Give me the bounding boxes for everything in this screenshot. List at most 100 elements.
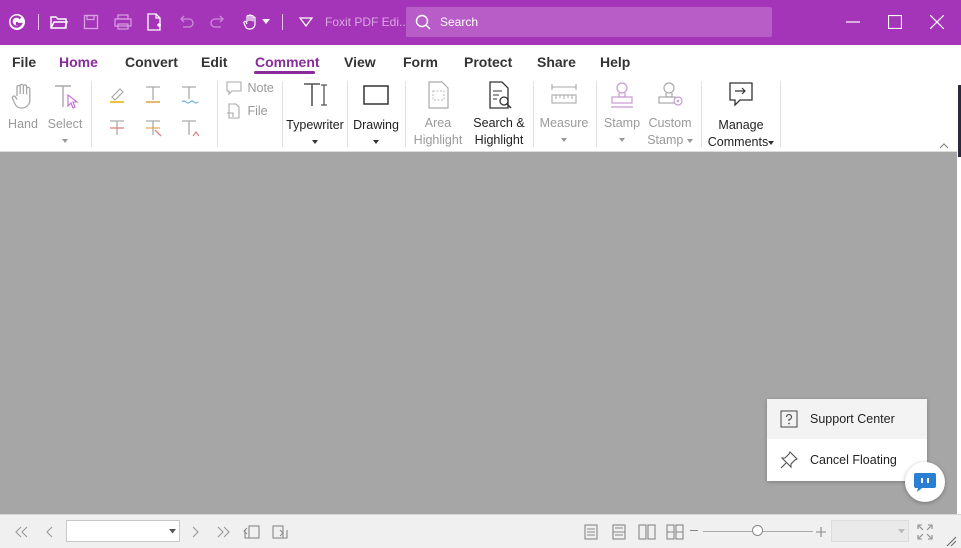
custom-stamp-label-2-wrap: Stamp [644, 132, 696, 149]
search-input[interactable]: Search [406, 7, 772, 37]
file-attachment-button[interactable]: File [226, 103, 276, 119]
manage-comments-button[interactable]: Manage Comments [704, 80, 778, 151]
custom-stamp-label-1: Custom [648, 116, 692, 130]
area-highlight-button[interactable]: Area Highlight [409, 80, 467, 149]
hand-icon [11, 83, 31, 109]
ribbon-separator [533, 81, 534, 147]
next-view-icon[interactable] [271, 523, 289, 541]
minimize-button[interactable] [838, 8, 868, 36]
menu-convert[interactable]: Convert [125, 54, 178, 70]
previous-page-icon[interactable] [41, 523, 59, 541]
continuous-view-icon[interactable] [610, 523, 628, 541]
hand-tool-dropdown-icon[interactable] [259, 11, 273, 33]
last-page-icon[interactable] [214, 523, 232, 541]
stamp-button[interactable]: Stamp [600, 80, 644, 146]
manage-comments-label-2-wrap: Comments [704, 134, 778, 151]
search-highlight-button[interactable]: Search & Highlight [470, 80, 528, 149]
facing-view-icon[interactable] [638, 523, 656, 541]
menu-edit[interactable]: Edit [201, 54, 227, 70]
strikeout-text-icon[interactable] [107, 118, 127, 138]
foxit-logo-icon[interactable] [6, 11, 28, 33]
drawing-rectangle-icon [363, 85, 389, 105]
menu-comment[interactable]: Comment [255, 54, 320, 70]
menu-home[interactable]: Home [59, 54, 98, 70]
menu-share[interactable]: Share [537, 54, 576, 70]
stamp-dropdown-icon[interactable] [619, 137, 625, 142]
single-page-view-icon[interactable] [582, 523, 600, 541]
stamp-label: Stamp [603, 116, 641, 130]
custom-stamp-button[interactable]: Custom Stamp [644, 80, 696, 149]
close-button[interactable] [922, 8, 952, 36]
replace-text-icon[interactable] [143, 118, 163, 138]
zoom-level-input[interactable] [831, 520, 909, 542]
custom-stamp-dropdown-icon[interactable] [686, 138, 693, 143]
note-icon [226, 81, 242, 96]
first-page-icon[interactable] [13, 523, 31, 541]
redo-icon[interactable] [207, 11, 229, 33]
title-separator [282, 14, 283, 30]
unpin-icon [780, 451, 798, 469]
stamp-icon [611, 82, 633, 108]
zoom-out-icon[interactable] [690, 530, 698, 531]
menu-file[interactable]: File [12, 54, 36, 70]
manage-comments-label-2: Comments [707, 135, 769, 149]
chat-assistant-icon [914, 473, 936, 492]
manage-comments-dropdown-icon[interactable] [768, 140, 775, 145]
title-separator [38, 14, 39, 30]
floating-help-menu: Support Center Cancel Floating [767, 399, 927, 481]
note-button[interactable]: Note [226, 80, 276, 96]
menu-protect[interactable]: Protect [464, 54, 512, 70]
insert-text-icon[interactable] [179, 118, 199, 138]
undo-icon[interactable] [175, 11, 197, 33]
file-attachment-icon [227, 103, 240, 119]
next-page-icon[interactable] [186, 523, 204, 541]
continuous-facing-view-icon[interactable] [666, 523, 684, 541]
page-dropdown-icon[interactable] [169, 529, 176, 534]
ribbon-separator [701, 81, 702, 147]
support-center-item[interactable]: Support Center [767, 399, 927, 439]
zoom-dropdown-icon[interactable] [898, 529, 905, 534]
zoom-slider-thumb[interactable] [752, 525, 763, 536]
measure-label: Measure [539, 116, 589, 130]
menu-view[interactable]: View [344, 54, 376, 70]
ribbon-separator [91, 81, 92, 147]
collapse-ribbon-icon[interactable] [939, 138, 949, 152]
squiggly-text-icon[interactable] [179, 84, 199, 104]
floating-assistant-button[interactable] [905, 462, 945, 502]
previous-view-icon[interactable] [243, 523, 261, 541]
select-dropdown-icon[interactable] [62, 138, 68, 143]
close-icon [930, 15, 944, 29]
print-icon[interactable] [112, 11, 134, 33]
window-right-edge [957, 45, 961, 515]
support-center-label: Support Center [810, 412, 895, 426]
measure-button[interactable]: Measure [538, 80, 590, 146]
new-document-icon[interactable] [143, 11, 165, 33]
open-folder-icon[interactable] [48, 11, 70, 33]
typewriter-dropdown-icon[interactable] [312, 139, 318, 144]
resize-grip-icon[interactable] [945, 535, 957, 548]
cancel-floating-item[interactable]: Cancel Floating [767, 440, 927, 480]
zoom-in-icon[interactable] [816, 526, 826, 540]
manage-comments-icon [729, 82, 753, 107]
ribbon-separator [596, 81, 597, 147]
maximize-button[interactable] [880, 8, 910, 36]
menu-help[interactable]: Help [600, 54, 630, 70]
note-label: Note [247, 81, 274, 95]
save-icon[interactable] [80, 11, 102, 33]
drawing-dropdown-icon[interactable] [373, 139, 379, 144]
page-number-input[interactable] [66, 520, 180, 542]
measure-dropdown-icon[interactable] [561, 137, 567, 142]
underline-text-icon[interactable] [143, 84, 163, 104]
highlight-icon[interactable] [107, 84, 127, 104]
hand-button[interactable]: Hand [4, 81, 42, 133]
area-highlight-label-1: Area [424, 116, 452, 130]
customize-toolbar-icon[interactable] [295, 11, 317, 33]
drawing-button[interactable]: Drawing [351, 80, 401, 148]
select-button[interactable]: Select [46, 81, 84, 147]
select-label: Select [47, 117, 83, 131]
menu-form[interactable]: Form [403, 54, 438, 70]
typewriter-button[interactable]: Typewriter [286, 80, 344, 148]
app-title: Foxit PDF Edi... [325, 15, 410, 29]
search-icon [415, 14, 431, 30]
fullscreen-icon[interactable] [916, 523, 934, 541]
